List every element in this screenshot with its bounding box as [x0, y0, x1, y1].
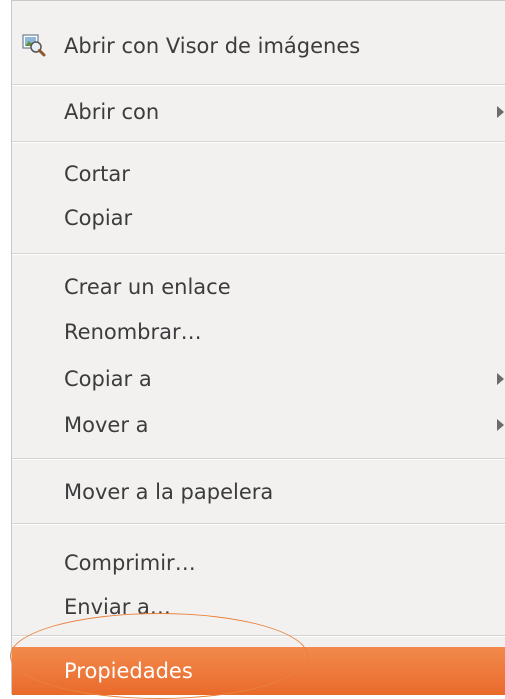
menu-separator: [12, 84, 505, 86]
menu-separator: [12, 523, 505, 525]
menu-item-label: Comprimir…: [64, 551, 196, 575]
menu-item-label: Abrir con: [64, 100, 160, 124]
menu-item-open-with[interactable]: Abrir con: [12, 91, 505, 133]
menu-item-move-to[interactable]: Mover a: [12, 404, 505, 446]
menu-item-send-to[interactable]: Enviar a…: [12, 586, 505, 628]
menu-item-create-link[interactable]: Crear un enlace: [12, 266, 505, 308]
menu-item-compress[interactable]: Comprimir…: [12, 542, 505, 584]
submenu-arrow-icon: [497, 419, 504, 431]
submenu-arrow-icon: [497, 373, 504, 385]
menu-item-label: Crear un enlace: [64, 275, 231, 299]
menu-item-move-to-trash[interactable]: Mover a la papelera: [12, 471, 505, 513]
menu-item-label: Renombrar…: [64, 320, 202, 344]
menu-separator: [12, 458, 505, 460]
menu-item-label: Propiedades: [64, 659, 193, 683]
menu-item-cut[interactable]: Cortar: [12, 153, 505, 195]
menu-item-label: Enviar a…: [64, 595, 171, 619]
menu-item-copy-to[interactable]: Copiar a: [12, 358, 505, 400]
menu-item-label: Mover a la papelera: [64, 480, 274, 504]
menu-item-copy[interactable]: Copiar: [12, 197, 505, 239]
menu-separator: [12, 635, 505, 637]
menu-item-open-with-viewer[interactable]: Abrir con Visor de imágenes: [12, 25, 505, 67]
context-menu: Abrir con Visor de imágenes Abrir con Co…: [10, 0, 505, 699]
menu-item-properties[interactable]: Propiedades: [12, 647, 505, 695]
menu-item-label: Copiar a: [64, 367, 152, 391]
menu-item-label: Abrir con Visor de imágenes: [64, 34, 361, 58]
menu-item-label: Copiar: [64, 206, 133, 230]
menu-separator: [12, 253, 505, 255]
image-viewer-icon: [22, 34, 46, 58]
menu-item-label: Mover a: [64, 413, 149, 437]
menu-separator: [12, 141, 505, 143]
submenu-arrow-icon: [497, 106, 504, 118]
menu-item-label: Cortar: [64, 162, 130, 186]
menu-item-rename[interactable]: Renombrar…: [12, 311, 505, 353]
